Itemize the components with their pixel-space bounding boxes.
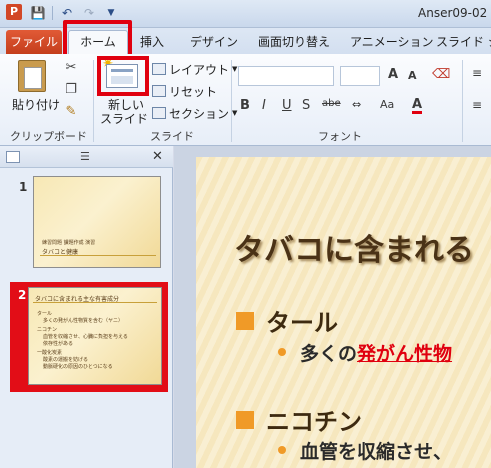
thumb2-line-6: 一酸化炭素 [37, 350, 63, 356]
align-left-icon[interactable]: ≡ [472, 98, 482, 112]
quick-access-toolbar: 💾 ↶ ↷ ▼ [30, 5, 119, 21]
powerpoint-icon[interactable]: P [6, 4, 22, 20]
bold-button[interactable]: B [240, 98, 250, 113]
slides-tab-icon[interactable] [6, 151, 20, 163]
sub-bullet-2[interactable]: 血管を収縮させ、 [300, 437, 452, 464]
bullet-square [236, 312, 254, 330]
window-title: Anser09-02 [418, 6, 488, 20]
home-tab-highlight [63, 20, 132, 58]
thumb2-line-5: 依存性がある [43, 341, 74, 347]
cut-icon[interactable]: ✂ [63, 60, 79, 76]
thumb1-rule [40, 255, 156, 256]
redo-icon[interactable]: ↷ [81, 5, 97, 21]
bullet-square [236, 411, 254, 429]
slide-number-2: 2 [18, 288, 27, 302]
slides-panel: ☰ ✕ 1 練習問題 課題作成 演習 タバコと健康 2 タバコに含まれる主な有害… [0, 146, 173, 468]
slides-group-label: スライド [150, 130, 194, 143]
reset-icon [152, 85, 166, 97]
thumb2-line-2: 多くの発がん性物質を含む（ヤニ） [43, 318, 124, 324]
slide-thumbnail-2[interactable]: タバコに含まれる主な有害成分 タール 多くの発がん性物質を含む（ヤニ） ニコチン… [28, 287, 162, 385]
sub-bullet-1[interactable]: 多くの発がん性物 [300, 339, 452, 366]
slide-number-1: 1 [19, 180, 28, 194]
thumb2-rule [33, 302, 157, 303]
outline-tab-icon[interactable]: ☰ [80, 150, 100, 166]
copy-icon[interactable]: ❐ [63, 82, 79, 98]
paste-label: 貼り付け [12, 98, 61, 112]
undo-icon[interactable]: ↶ [59, 5, 75, 21]
sub1-prefix: 多くの [300, 343, 358, 365]
qat-separator [52, 6, 53, 20]
group-separator [93, 60, 94, 142]
group-separator [231, 60, 232, 142]
section-label: セクション [169, 106, 230, 121]
slide-editor: タバコに含まれる タール 多くの発がん性物 ニコチン 血管を収縮させ、 [174, 146, 491, 468]
tab-design[interactable]: デザイン [190, 33, 238, 54]
bullet-tar[interactable]: タール [266, 303, 338, 338]
chevron-down-icon: ▼ [232, 109, 238, 117]
font-size-select[interactable] [340, 66, 380, 86]
thumb1-line1: 練習問題 課題作成 演習 [42, 240, 96, 246]
sub-bullet-dot [278, 348, 286, 356]
tab-insert[interactable]: 挿入 [140, 33, 164, 54]
clipboard-group-label: クリップボード [10, 130, 87, 143]
char-spacing-icon[interactable]: ⇔ [352, 98, 361, 111]
sub1-highlight: 発がん性物 [357, 343, 453, 365]
sub-bullet-dot [278, 446, 286, 454]
section-button[interactable]: セクション ▼ [152, 104, 237, 122]
layout-icon [152, 63, 166, 75]
bullets-icon[interactable]: ≡ [472, 66, 482, 80]
grow-font-icon[interactable]: A [388, 67, 398, 82]
strikethrough-button[interactable]: abe [322, 98, 341, 109]
thumb2-line-1: タール [37, 311, 53, 317]
new-slide-highlight [97, 56, 149, 96]
new-slide-label-2: スライド [100, 112, 149, 126]
paste-button[interactable]: 貼り付け [10, 58, 61, 120]
change-case-icon[interactable]: Aa [380, 98, 394, 111]
save-icon[interactable]: 💾 [30, 5, 46, 21]
clipboard-icon [18, 60, 46, 92]
reset-button[interactable]: リセット [152, 82, 217, 100]
font-color-icon[interactable]: A [412, 98, 423, 114]
tab-slideshow[interactable]: スライド ショ [436, 33, 491, 54]
italic-button[interactable]: I [262, 98, 266, 113]
format-painter-icon[interactable]: ✎ [63, 104, 79, 120]
panel-tabs: ☰ ✕ [0, 146, 173, 168]
current-slide[interactable]: タバコに含まれる タール 多くの発がん性物 ニコチン 血管を収縮させ、 [196, 157, 491, 468]
reset-label: リセット [169, 84, 218, 99]
font-name-select[interactable] [238, 66, 334, 86]
slide-title[interactable]: タバコに含まれる [234, 225, 474, 269]
tab-transitions[interactable]: 画面切り替え [258, 33, 330, 54]
thumb2-line-8: 動脈硬化の原因のひとつになる [43, 364, 113, 370]
underline-button[interactable]: U [282, 98, 292, 113]
slide-thumbnail-1[interactable]: 練習問題 課題作成 演習 タバコと健康 [33, 176, 161, 268]
chevron-down-icon: ▼ [232, 65, 238, 73]
shrink-font-icon[interactable]: A [408, 69, 417, 82]
thumb2-line-7: 酸素の運搬を妨げる [43, 357, 89, 363]
tab-animations[interactable]: アニメーション [350, 33, 434, 54]
section-icon [152, 107, 166, 119]
layout-button[interactable]: レイアウト ▼ [152, 60, 237, 78]
ribbon: 貼り付け ✂ ❐ ✎ クリップボード ✷ 新しい スライド レイアウト ▼ リセ… [0, 54, 491, 146]
group-separator [462, 60, 463, 142]
layout-label: レイアウト [169, 62, 230, 77]
clear-format-icon[interactable]: ⌫ [432, 67, 450, 82]
thumb2-line-3: ニコチン [37, 327, 58, 333]
font-group-label: フォント [318, 130, 362, 143]
customize-qat-icon[interactable]: ▼ [103, 5, 119, 21]
shadow-button[interactable]: S [302, 98, 310, 113]
bullet-nicotine[interactable]: ニコチン [266, 402, 362, 437]
tab-file[interactable]: ファイル [6, 30, 62, 54]
thumb2-line-4: 血管を収縮させ、心臓に負担を与える [43, 334, 128, 340]
close-icon[interactable]: ✕ [152, 149, 163, 164]
